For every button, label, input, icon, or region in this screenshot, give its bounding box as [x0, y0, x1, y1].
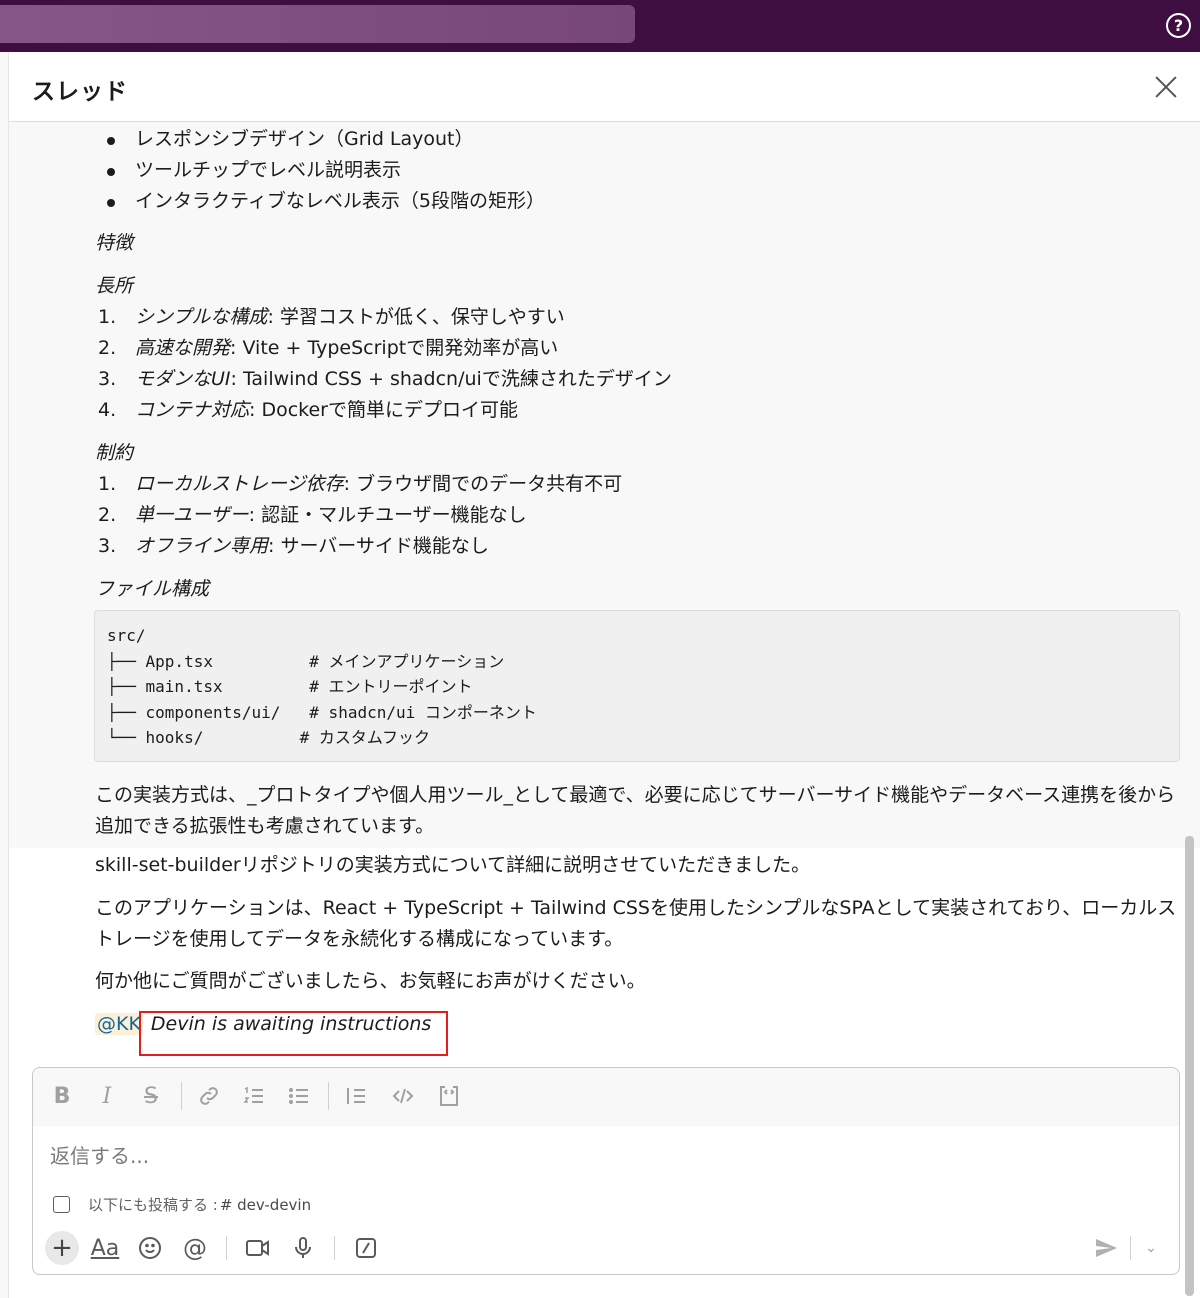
also-post-label: 以下にも投稿する :	[88, 1196, 218, 1214]
message-line: skill-set-builderリポジトリの実装方式について詳細に説明させてい…	[95, 854, 811, 876]
blockquote-icon[interactable]	[342, 1082, 370, 1110]
format-text-button[interactable]: Aa	[89, 1232, 121, 1264]
format-toolbar: B I S	[33, 1068, 1179, 1126]
strikethrough-icon[interactable]: S	[139, 1082, 163, 1110]
thread-header: スレッド	[9, 52, 1200, 122]
list-item: インタラクティブなレベル表示（5段階の矩形）	[95, 186, 545, 217]
message-body: レスポンシブデザイン（Grid Layout） ツールチップでレベル説明表示 イ…	[9, 122, 1200, 848]
toolbar-divider	[181, 1082, 182, 1110]
pros-list: 1. シンプルな構成: 学習コストが低く、保守しやすい 2. 高速な開発: Vite…	[95, 302, 672, 426]
toolbar-divider	[1130, 1236, 1131, 1260]
also-post-option[interactable]: 以下にも投稿する : # dev-devin	[53, 1194, 311, 1215]
composer-actions: + Aa @ ⌄	[33, 1226, 1179, 1274]
feature-bullet-list: レスポンシブデザイン（Grid Layout） ツールチップでレベル説明表示 イ…	[95, 124, 545, 217]
help-icon[interactable]: ?	[1166, 13, 1191, 38]
microphone-icon[interactable]	[288, 1232, 318, 1264]
reply-composer: B I S 返信する... 以下にも投稿する: # dev-devin + A…	[32, 1067, 1180, 1275]
italic-icon[interactable]: I	[95, 1082, 119, 1110]
closing-paragraph: この実装方式は、_プロトタイプや個人用ツール_として最適で、必要に応じてサーバー…	[95, 784, 1176, 837]
toolbar-divider	[328, 1082, 329, 1110]
reply-input[interactable]: 返信する...	[50, 1140, 149, 1169]
section-heading-pros: 長所	[95, 275, 134, 297]
ordered-list-icon[interactable]	[240, 1082, 268, 1110]
plus-icon[interactable]: +	[45, 1231, 79, 1265]
send-icon[interactable]	[1091, 1232, 1121, 1264]
video-icon[interactable]	[243, 1232, 273, 1264]
section-heading-cons: 制約	[95, 442, 134, 464]
list-item: 3. モダンなUI: Tailwind CSS + shadcn/uiで洗練された…	[98, 368, 672, 390]
bold-icon[interactable]: B	[50, 1082, 74, 1110]
code-block: src/ ├── App.tsx # メインアプリケーション ├── main.…	[94, 610, 1180, 762]
bullet-list-icon[interactable]	[285, 1082, 313, 1110]
message-line: 何か他にご質問がございましたら、お気軽にお声がけください。	[95, 970, 646, 992]
list-item: ツールチップでレベル説明表示	[95, 155, 545, 186]
list-item: 1. ローカルストレージ依存: ブラウザ間でのデータ共有不可	[98, 473, 623, 495]
section-heading-files: ファイル構成	[95, 578, 210, 600]
list-item: 3. オフライン専用: サーバーサイド機能なし	[98, 535, 489, 557]
link-icon[interactable]	[195, 1082, 223, 1110]
toolbar-divider	[226, 1236, 227, 1260]
section-heading-features: 特徴	[95, 232, 134, 254]
search-bar[interactable]	[0, 5, 635, 43]
user-mention[interactable]: @KK	[95, 1013, 143, 1035]
thread-panel: スレッド レスポンシブデザイン（Grid Layout） ツールチップでレベル説…	[9, 52, 1200, 1298]
workspace-topbar: ?	[0, 0, 1200, 52]
code-icon[interactable]	[389, 1082, 417, 1110]
cons-list: 1. ローカルストレージ依存: ブラウザ間でのデータ共有不可 2. 単一ユーザー: …	[95, 469, 622, 562]
list-item: 4. コンテナ対応: Dockerで簡単にデプロイ可能	[98, 399, 518, 421]
highlight-box	[139, 1011, 448, 1056]
channel-name: # dev-devin	[219, 1195, 312, 1214]
background-channel-view	[0, 52, 9, 1298]
toolbar-divider	[334, 1236, 335, 1260]
list-item: レスポンシブデザイン（Grid Layout）	[95, 124, 545, 155]
mention-icon[interactable]: @	[180, 1232, 210, 1264]
chevron-down-icon[interactable]: ⌄	[1139, 1232, 1163, 1264]
slash-command-icon[interactable]	[351, 1232, 381, 1264]
thread-scrollbar[interactable]	[1185, 836, 1194, 1296]
also-post-checkbox[interactable]	[53, 1196, 70, 1213]
list-item: 1. シンプルな構成: 学習コストが低く、保守しやすい	[98, 306, 565, 328]
close-icon[interactable]	[1153, 74, 1179, 100]
emoji-icon[interactable]	[135, 1232, 165, 1264]
panel-title: スレッド	[32, 79, 128, 105]
list-item: 2. 単一ユーザー: 認証・マルチユーザー機能なし	[98, 504, 527, 526]
code-block-icon[interactable]	[435, 1082, 463, 1110]
list-item: 2. 高速な開発: Vite + TypeScriptで開発効率が高い	[98, 337, 559, 359]
message-line: このアプリケーションは、React + TypeScript + Tailwin…	[95, 897, 1177, 950]
